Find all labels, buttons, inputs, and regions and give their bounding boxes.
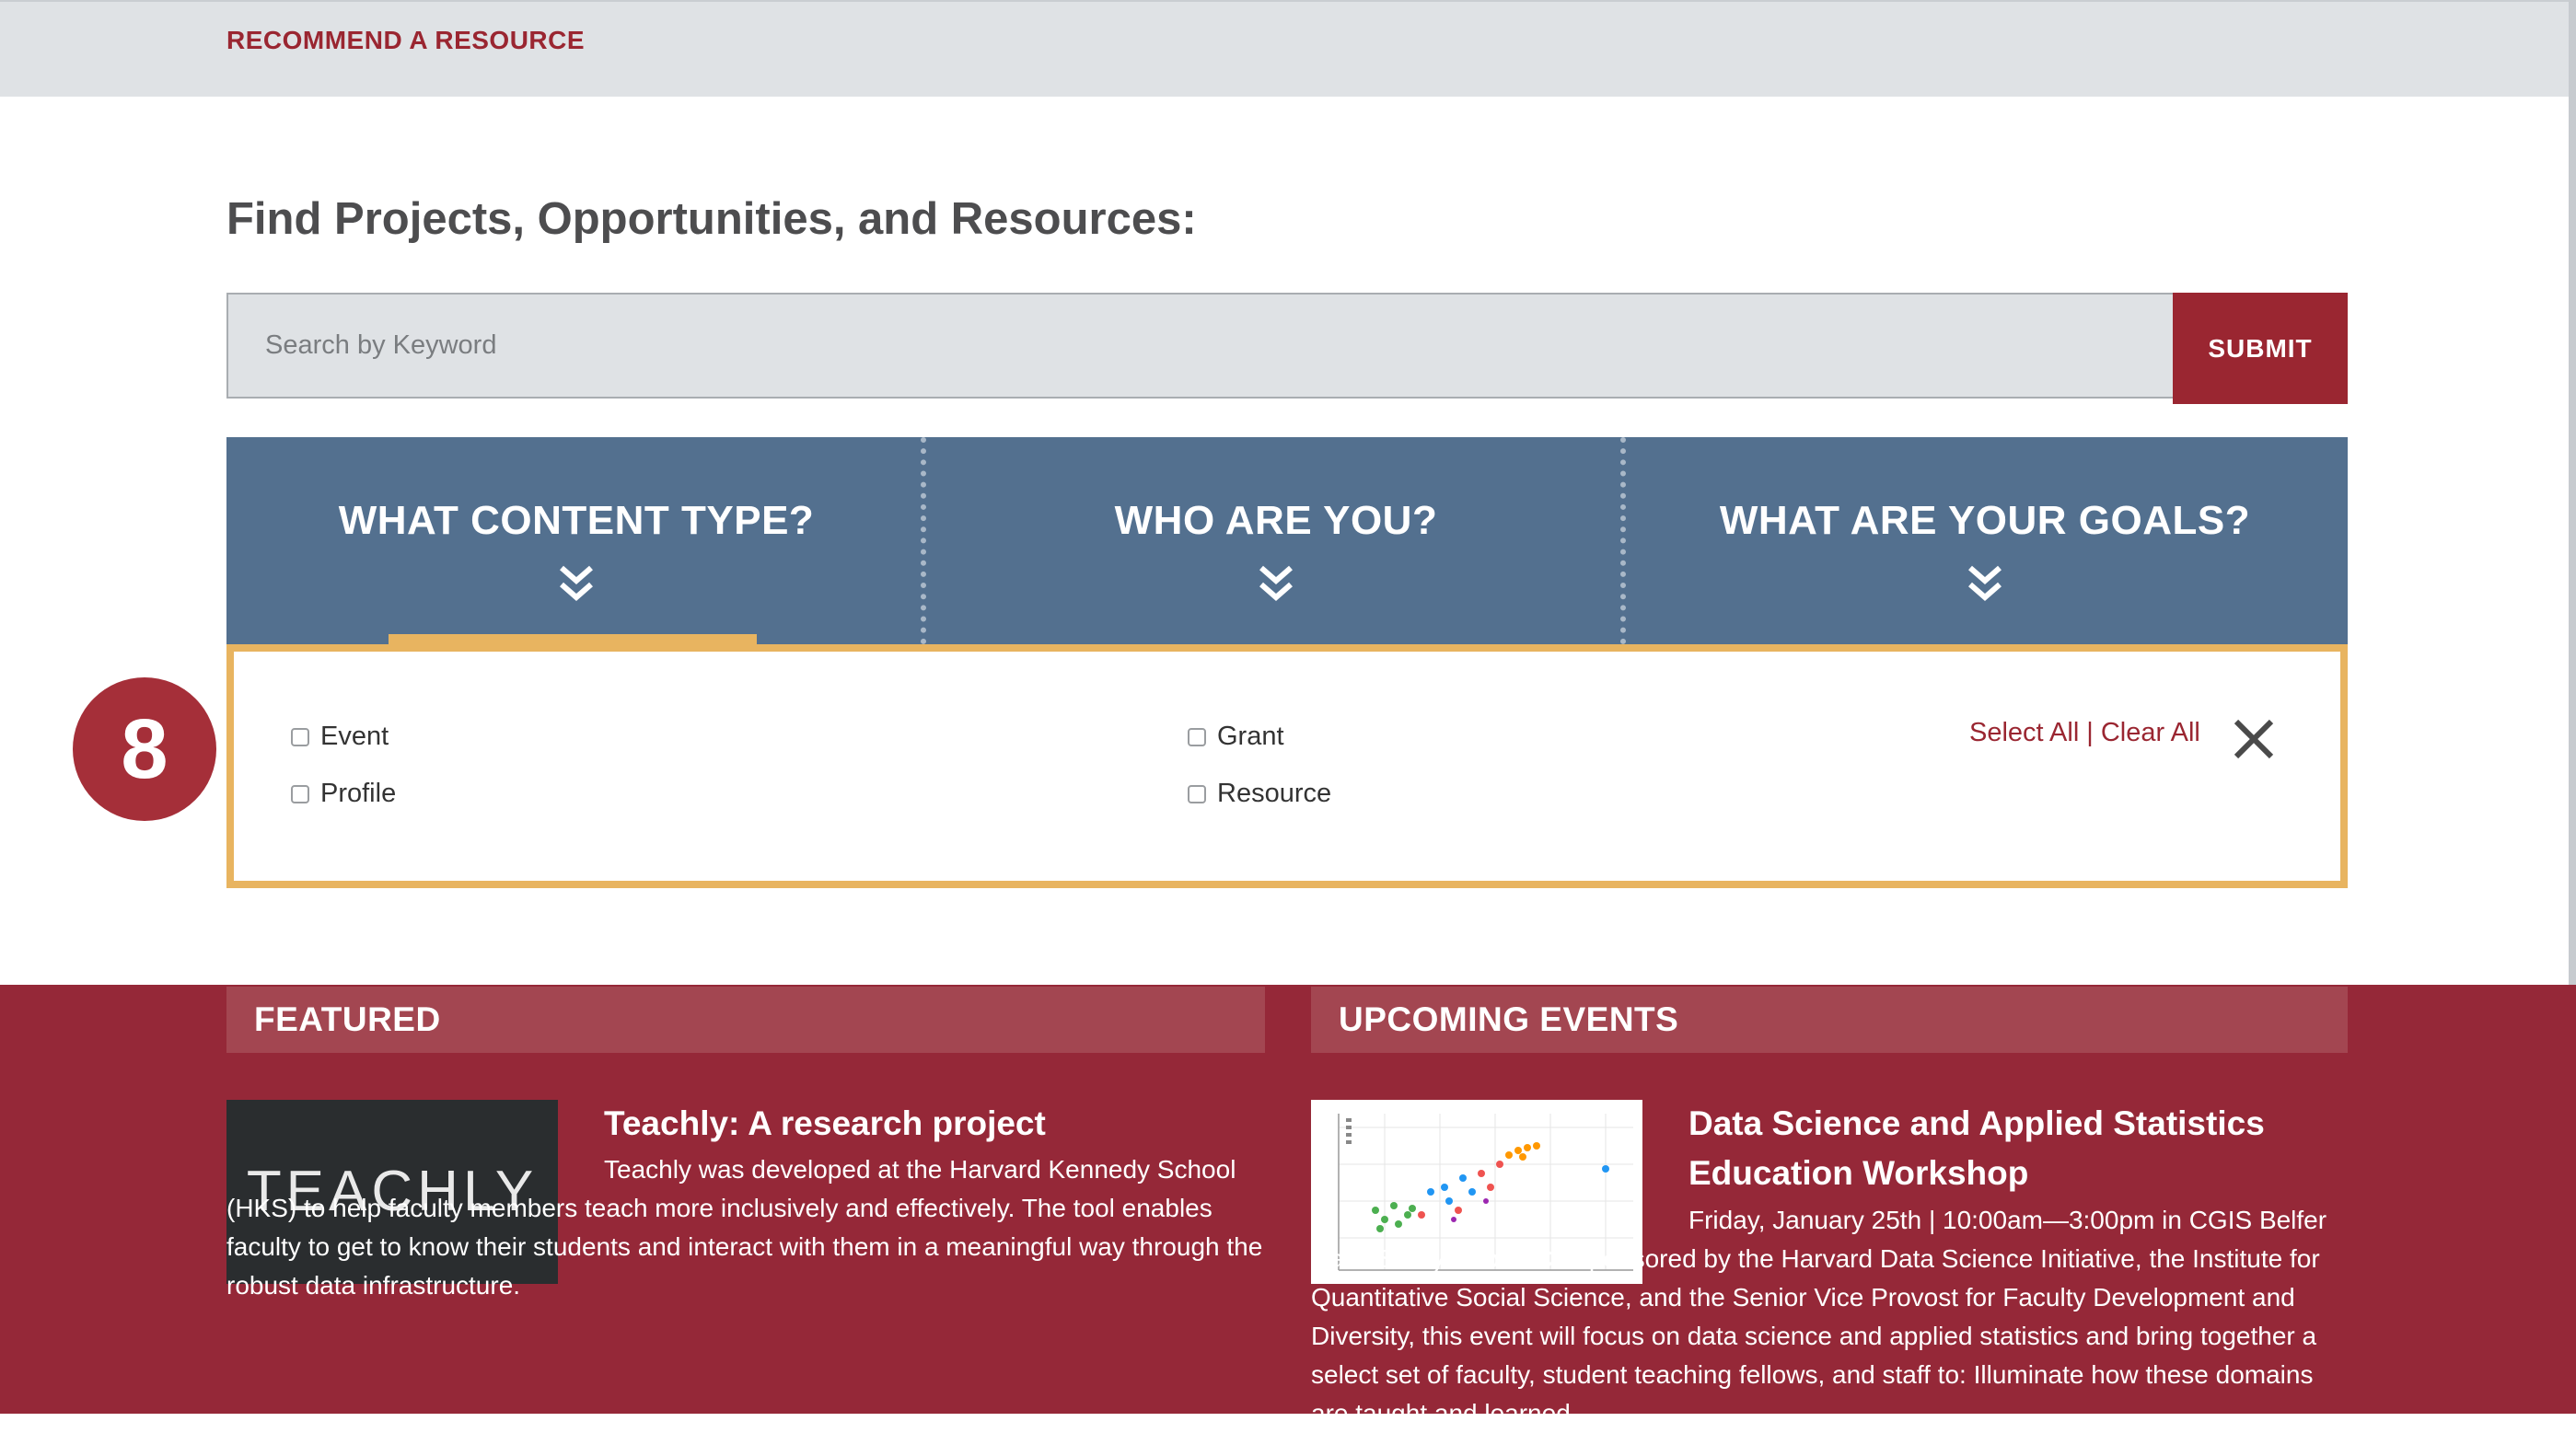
option-grant[interactable]: Grant [1188,722,1284,752]
tab-label: WHAT ARE YOUR GOALS? [1719,498,2251,543]
select-all-link[interactable]: Select All [1969,718,2079,747]
featured-title[interactable]: Teachly: A research project [604,1099,1046,1149]
filter-tabs: WHAT CONTENT TYPE? WHO ARE YOU? WHAT ARE… [226,437,2348,644]
double-chevron-down-icon [1259,565,1293,601]
close-icon[interactable] [2233,718,2275,760]
checkbox[interactable] [1188,727,1206,746]
double-chevron-down-icon [1968,565,2002,601]
option-label: Event [320,722,389,751]
step-badge: 8 [73,677,216,821]
filter-panel [226,644,2348,888]
option-label: Resource [1217,779,1332,808]
scrollbar[interactable] [2569,0,2576,985]
option-profile[interactable]: Profile [291,779,396,809]
checkbox[interactable] [291,727,309,746]
clear-all-link[interactable]: Clear All [2101,718,2200,747]
option-event[interactable]: Event [291,722,389,752]
select-clear-links: Select All | Clear All [1969,718,2200,748]
featured-header: FEATURED [226,987,1265,1053]
event-body: Friday, January 25th | 10:00am—3:00pm in… [1311,1206,2327,1427]
option-label: Grant [1217,722,1284,751]
tab-goals[interactable]: WHAT ARE YOUR GOALS? [1635,437,2335,644]
tab-content-type[interactable]: WHAT CONTENT TYPE? [226,437,926,644]
option-resource[interactable]: Resource [1188,779,1331,809]
search-input[interactable] [226,293,2175,399]
separator: | [2086,718,2094,747]
divider [1620,437,1626,644]
upcoming-events-header: UPCOMING EVENTS [1311,987,2348,1053]
option-label: Profile [320,779,397,808]
checkbox[interactable] [291,784,309,803]
active-tab-indicator [389,634,757,644]
page-title: Find Projects, Opportunities, and Resour… [226,194,1197,244]
double-chevron-down-icon [560,565,593,601]
tab-who-are-you[interactable]: WHO ARE YOU? [926,437,1626,644]
recommend-resource-link[interactable]: RECOMMEND A RESOURCE [226,26,585,55]
tab-label: WHAT CONTENT TYPE? [338,498,815,543]
event-title[interactable]: Data Science and Applied Statistics Educ… [1688,1099,2348,1198]
featured-body: Teachly was developed at the Harvard Ken… [226,1155,1263,1300]
submit-button[interactable]: SUBMIT [2173,293,2348,404]
tab-label: WHO ARE YOU? [1114,498,1438,543]
checkbox[interactable] [1188,784,1206,803]
